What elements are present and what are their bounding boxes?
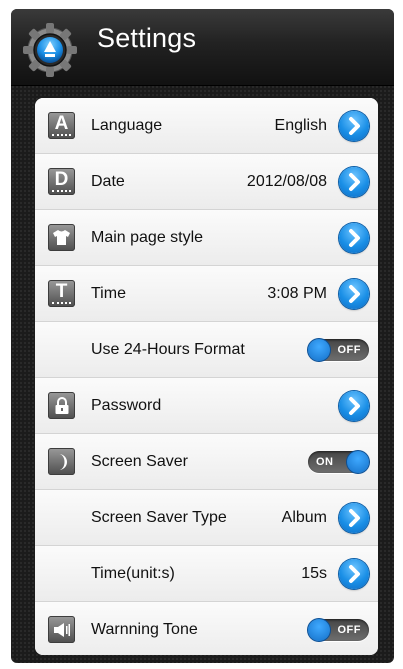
page-title: Settings [97,23,197,53]
settings-row-warning-tone[interactable]: Warnning Tone OFF [35,602,378,655]
time-label: Time [91,285,126,302]
settings-row-language[interactable]: A Language English [35,98,378,154]
letter-t-icon-glyph: T [55,281,68,302]
letter-a-icon: A [48,112,75,139]
chevron-right-icon[interactable] [339,391,369,421]
letter-a-icon-glyph: A [54,113,69,134]
warning-tone-label: Warnning Tone [91,621,198,638]
screen-saver-label: Screen Saver [91,453,188,470]
time-value: 3:08 PM [267,285,327,302]
chevron-right-icon[interactable] [339,223,369,253]
settings-row-time[interactable]: T Time 3:08 PM [35,266,378,322]
settings-row-screen-saver[interactable]: Screen Saver ON [35,434,378,490]
header-bar: Settings [11,9,394,86]
chevron-right-icon[interactable] [339,111,369,141]
settings-row-main-page-style[interactable]: Main page style [35,210,378,266]
speaker-icon [48,616,75,643]
gear-icon [21,21,79,79]
language-value: English [274,117,327,134]
date-label: Date [91,173,125,190]
settings-list: A Language English D Date 2012/08/08 Main page… [35,98,378,655]
chevron-right-icon[interactable] [339,279,369,309]
toggle-state-label: OFF [337,344,361,356]
24h-format-toggle[interactable]: OFF [308,339,369,361]
toggle-knob [308,619,330,641]
password-label: Password [91,397,162,414]
warning-tone-toggle[interactable]: OFF [308,619,369,641]
time-unit-value: 15s [301,565,327,582]
screen-saver-type-value: Album [281,509,327,526]
letter-d-icon: D [48,168,75,195]
toggle-state-label: ON [316,456,334,468]
letter-t-icon: T [48,280,75,307]
toggle-knob [308,339,330,361]
letter-d-icon-glyph: D [54,169,69,190]
chevron-right-icon[interactable] [339,167,369,197]
moon-icon [48,448,75,475]
settings-row-24h-format[interactable]: Use 24-Hours Format OFF [35,322,378,378]
24h-format-label: Use 24-Hours Format [91,341,245,358]
date-value: 2012/08/08 [246,173,327,190]
main-page-style-label: Main page style [91,229,204,246]
settings-row-screen-saver-type[interactable]: Screen Saver Type Album [35,490,378,546]
time-unit-label: Time(unit:s) [91,565,175,582]
chevron-right-icon[interactable] [339,503,369,533]
lock-icon [48,392,75,419]
settings-row-date[interactable]: D Date 2012/08/08 [35,154,378,210]
settings-screen: Settings A Language English D Date 2012/08/08… [11,9,394,663]
screen-saver-toggle[interactable]: ON [308,451,369,473]
settings-row-time-unit[interactable]: Time(unit:s) 15s [35,546,378,602]
toggle-knob [347,451,369,473]
settings-row-password[interactable]: Password [35,378,378,434]
toggle-state-label: OFF [337,624,361,636]
screen-saver-type-label: Screen Saver Type [91,509,227,526]
shirt-icon [48,224,75,251]
language-label: Language [91,117,163,134]
chevron-right-icon[interactable] [339,559,369,589]
